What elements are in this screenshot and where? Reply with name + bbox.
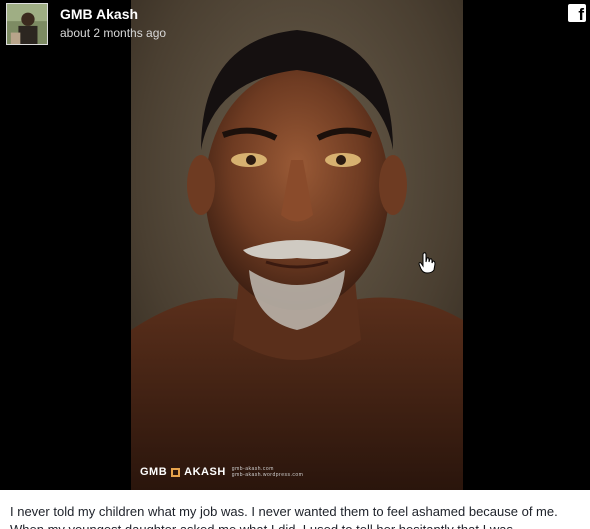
author-name-link[interactable]: GMB Akash	[60, 5, 166, 23]
caption-text: I never told my children what my job was…	[10, 504, 558, 529]
post-timestamp-link[interactable]: about 2 months ago	[60, 25, 166, 41]
avatar-image	[7, 4, 47, 44]
facebook-post-embed: GMB Akash about 2 months ago f GMB AKASH…	[0, 0, 590, 529]
post-caption: I never told my children what my job was…	[0, 490, 590, 529]
portrait-photo[interactable]	[131, 0, 463, 490]
hand-cursor-icon	[418, 252, 436, 274]
post-meta: GMB Akash about 2 months ago	[60, 5, 166, 41]
watermark-right: AKASH	[184, 466, 226, 478]
watermark-urls: gmb-akash.com gmb-akash.wordpress.com	[232, 466, 304, 478]
avatar[interactable]	[6, 3, 48, 45]
photo-watermark: GMB AKASH gmb-akash.com gmb-akash.wordpr…	[140, 466, 303, 478]
portrait-image	[131, 0, 463, 490]
watermark-logo-icon	[171, 467, 181, 477]
watermark-url-2: gmb-akash.wordpress.com	[231, 472, 304, 478]
post-header: GMB Akash about 2 months ago	[0, 0, 590, 50]
watermark-left: GMB	[140, 466, 168, 478]
